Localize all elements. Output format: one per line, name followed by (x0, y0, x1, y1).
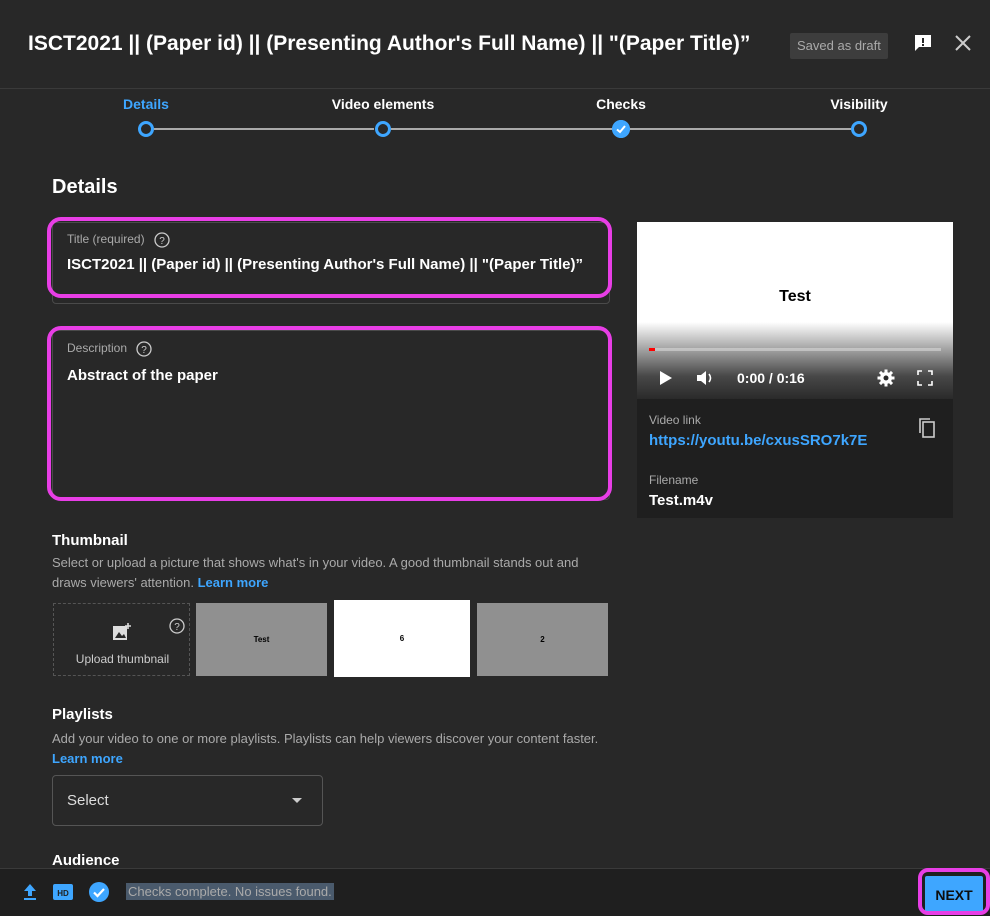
close-icon[interactable] (953, 33, 973, 53)
step-visibility-label[interactable]: Visibility (830, 96, 887, 112)
playlists-description-text: Add your video to one or more playlists.… (52, 731, 599, 746)
step-visibility-dot[interactable] (851, 121, 867, 137)
step-details-dot[interactable] (138, 121, 154, 137)
stepper-line (391, 128, 612, 130)
playlists-description: Add your video to one or more playlists.… (52, 729, 612, 769)
filename-label: Filename (649, 473, 699, 487)
thumbnail-option-selected[interactable]: 6 (334, 600, 470, 677)
saved-as-draft-badge: Saved as draft (790, 33, 888, 59)
title-field-label-text: Title (required) (67, 232, 145, 247)
thumbnail-option[interactable]: Test (196, 603, 327, 676)
playlist-select-value: Select (67, 792, 109, 809)
thumbnail-learn-more-link[interactable]: Learn more (198, 575, 269, 590)
checks-complete-icon[interactable] (88, 881, 110, 903)
feedback-icon[interactable] (914, 34, 932, 52)
help-icon[interactable]: ? (169, 618, 185, 634)
title-field-label: Title (required) ? (67, 232, 170, 248)
volume-icon[interactable] (695, 368, 717, 388)
help-icon[interactable]: ? (136, 341, 153, 357)
upload-thumbnail-label: Upload thumbnail (75, 652, 170, 666)
video-controls-gradient (637, 322, 953, 399)
filename-value: Test.m4v (649, 492, 713, 509)
description-input[interactable]: Abstract of the paper (67, 367, 218, 384)
dialog-title: ISCT2021 || (Paper id) || (Presenting Au… (28, 32, 751, 55)
thumbnail-option[interactable]: 2 (477, 603, 608, 676)
audience-heading: Audience (52, 852, 120, 869)
description-field-label-text: Description (67, 341, 128, 356)
video-time: 0:00 / 0:16 (737, 370, 805, 386)
video-preview-text: Test (779, 288, 811, 305)
next-highlight (918, 868, 990, 915)
video-link[interactable]: https://youtu.be/cxusSRO7k7E (649, 432, 867, 449)
fullscreen-icon[interactable] (917, 370, 933, 386)
thumbnail-description-text: Select or upload a picture that shows wh… (52, 555, 579, 590)
upload-thumbnail-button[interactable]: ? Upload thumbnail (53, 603, 190, 676)
upload-stepper: Details Video elements Checks Visibility (0, 88, 990, 158)
stepper-line (154, 128, 374, 130)
chevron-down-icon (292, 798, 302, 803)
step-video-elements-dot[interactable] (375, 121, 391, 137)
svg-text:?: ? (174, 622, 180, 633)
svg-text:?: ? (159, 236, 165, 247)
playlist-select[interactable]: Select (52, 775, 323, 826)
thumbnail-description: Select or upload a picture that shows wh… (52, 553, 612, 593)
add-photo-icon (113, 623, 131, 640)
video-player[interactable]: Test 0:00 / 0:16 (637, 222, 953, 399)
dialog-header: ISCT2021 || (Paper id) || (Presenting Au… (0, 0, 990, 89)
video-progress-bar[interactable] (649, 348, 941, 351)
playlists-learn-more-link[interactable]: Learn more (52, 751, 123, 766)
step-checks-label[interactable]: Checks (596, 96, 646, 112)
thumbnail-heading: Thumbnail (52, 532, 128, 549)
dialog-footer: HD Checks complete. No issues found. (0, 868, 990, 916)
copy-icon[interactable] (918, 417, 936, 439)
video-progress-fill (649, 348, 655, 351)
play-icon[interactable] (659, 370, 673, 386)
help-icon[interactable]: ? (154, 232, 170, 248)
video-preview-card: Test 0:00 / 0:16 Video link https://yout… (637, 222, 953, 518)
title-field[interactable]: Title (required) ? ISCT2021 || (Paper id… (52, 222, 610, 304)
playlists-heading: Playlists (52, 706, 113, 723)
description-field[interactable]: Description ? Abstract of the paper (52, 330, 610, 500)
upload-icon[interactable] (22, 883, 38, 901)
step-video-elements-label[interactable]: Video elements (332, 96, 434, 112)
stepper-line (629, 128, 851, 130)
settings-gear-icon[interactable] (877, 369, 895, 387)
svg-text:?: ? (142, 345, 148, 356)
hd-icon[interactable]: HD (53, 883, 73, 901)
step-checks-check-icon[interactable] (612, 120, 630, 138)
title-input[interactable]: ISCT2021 || (Paper id) || (Presenting Au… (67, 256, 583, 273)
step-details-label[interactable]: Details (123, 96, 169, 112)
description-field-label: Description ? (67, 341, 153, 357)
svg-text:HD: HD (57, 889, 69, 898)
details-heading: Details (52, 176, 118, 198)
video-link-label: Video link (649, 413, 701, 427)
checks-status-text: Checks complete. No issues found. (126, 883, 334, 900)
